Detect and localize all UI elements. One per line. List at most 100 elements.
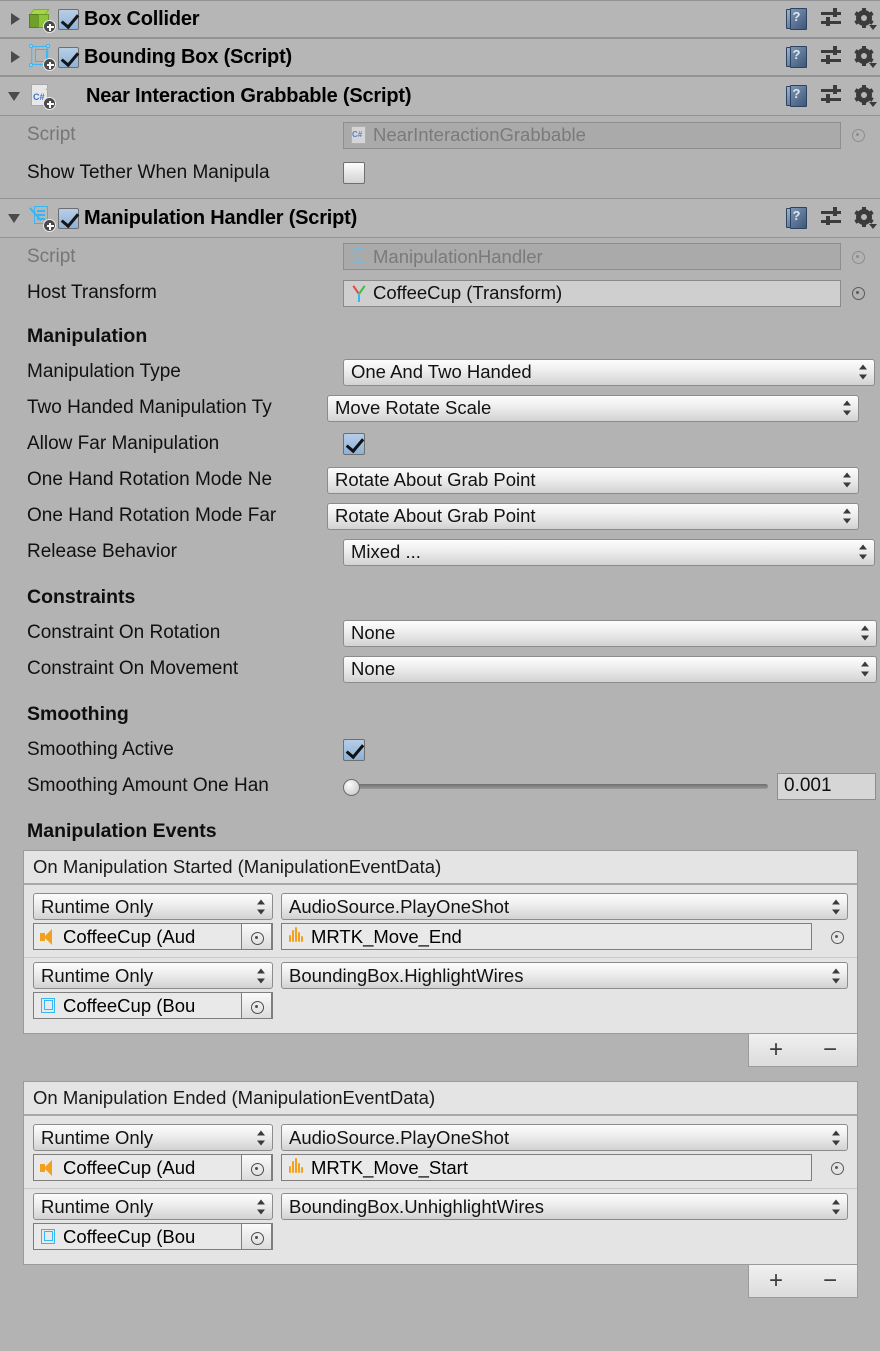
event-target-object-field[interactable]: CoffeeCup (Aud	[33, 1154, 273, 1181]
dropdown-constraint-on-rotation[interactable]: None	[343, 620, 877, 647]
show-tether-checkbox[interactable]	[343, 162, 365, 184]
label-script: Script	[27, 124, 343, 146]
dropdown-constraint-on-movement[interactable]: None	[343, 656, 877, 683]
dropdown-value: Mixed ...	[351, 541, 421, 563]
event-argument-object-field[interactable]: MRTK_Move_End	[281, 923, 812, 950]
slider-knob[interactable]	[343, 779, 360, 796]
object-picker-icon[interactable]	[241, 1223, 272, 1250]
event-mode-dropdown[interactable]: Runtime Only	[33, 962, 273, 989]
component-header-bounding-box[interactable]: Bounding Box (Script) ?	[0, 38, 880, 76]
chevron-updown-icon	[843, 473, 851, 488]
help-icon[interactable]: ?	[786, 84, 808, 108]
event-function-dropdown[interactable]: BoundingBox.UnhighlightWires	[281, 1193, 848, 1220]
event-argument-value: MRTK_Move_End	[311, 926, 462, 948]
object-picker-icon[interactable]	[241, 992, 272, 1019]
label-one-hand-rotation-mode-near: One Hand Rotation Mode Ne	[27, 469, 343, 491]
object-picker-icon[interactable]	[847, 246, 869, 268]
dropdown-value: Move Rotate Scale	[335, 397, 491, 419]
dropdown-value: One And Two Handed	[351, 361, 532, 383]
component-enable-checkbox-box-collider[interactable]	[58, 9, 79, 30]
component-header-box-collider[interactable]: Box Collider ?	[0, 0, 880, 38]
row-smoothing-active: Smoothing Active	[0, 732, 880, 768]
help-icon[interactable]: ?	[786, 7, 808, 31]
foldout-arrow-bounding-box[interactable]	[6, 48, 24, 66]
row-one-hand-rotation-mode-near: One Hand Rotation Mode Ne Rotate About G…	[0, 462, 880, 498]
gear-icon[interactable]	[854, 85, 876, 107]
remove-event-button[interactable]: −	[803, 1265, 857, 1297]
event-target-value: CoffeeCup (Bou	[63, 995, 229, 1017]
preset-icon[interactable]	[820, 85, 842, 107]
box-collider-icon	[28, 6, 54, 32]
csharp-script-icon: C#	[28, 83, 54, 109]
event-argument-object-field[interactable]: MRTK_Move_Start	[281, 1154, 812, 1181]
event-function-dropdown[interactable]: AudioSource.PlayOneShot	[281, 893, 848, 920]
event-target-object-field[interactable]: CoffeeCup (Aud	[33, 923, 273, 950]
dropdown-two-handed-manipulation-type[interactable]: Move Rotate Scale	[327, 395, 859, 422]
gear-icon[interactable]	[854, 207, 876, 229]
object-picker-icon[interactable]	[847, 124, 869, 146]
object-picker-icon[interactable]	[241, 923, 272, 950]
gear-icon[interactable]	[854, 46, 876, 68]
object-picker-icon[interactable]	[826, 926, 848, 948]
bounding-box-icon	[28, 44, 54, 70]
row-host-transform: Host Transform CoffeeCup (Transform)	[0, 275, 880, 311]
header-icons-bounding-box: ?	[786, 45, 876, 69]
component-enable-checkbox-manipulation-handler[interactable]	[58, 208, 79, 229]
audio-source-icon	[39, 927, 59, 947]
help-icon[interactable]: ?	[786, 45, 808, 69]
object-picker-icon[interactable]	[241, 1154, 272, 1181]
slider-track	[343, 784, 768, 789]
host-transform-field[interactable]: CoffeeCup (Transform)	[343, 280, 841, 307]
dropdown-value: Rotate About Grab Point	[335, 505, 536, 527]
event-mode-dropdown[interactable]: Runtime Only	[33, 893, 273, 920]
label-smoothing-amount-one-hand: Smoothing Amount One Han	[27, 775, 343, 797]
label-one-hand-rotation-mode-far: One Hand Rotation Mode Far	[27, 505, 343, 527]
manipulation-handler-icon	[349, 247, 369, 267]
preset-icon[interactable]	[820, 8, 842, 30]
gear-icon[interactable]	[854, 8, 876, 30]
dropdown-one-hand-rotation-mode-near[interactable]: Rotate About Grab Point	[327, 467, 859, 494]
foldout-arrow-manipulation-handler[interactable]	[6, 209, 24, 227]
component-title-near-interaction-grabbable: Near Interaction Grabbable (Script)	[86, 85, 411, 108]
event-mode-dropdown[interactable]: Runtime Only	[33, 1193, 273, 1220]
foldout-arrow-box-collider[interactable]	[6, 10, 24, 28]
smoothing-active-checkbox[interactable]	[343, 739, 365, 761]
object-picker-icon[interactable]	[826, 1157, 848, 1179]
event-target-object-field[interactable]: CoffeeCup (Bou	[33, 1223, 273, 1250]
smoothing-amount-value-field[interactable]: 0.001	[777, 773, 876, 800]
component-header-near-interaction-grabbable[interactable]: C# Near Interaction Grabbable (Script) ?	[0, 76, 880, 116]
event-target-value: CoffeeCup (Aud	[63, 1157, 229, 1179]
allow-far-manipulation-checkbox[interactable]	[343, 433, 365, 455]
event-function-dropdown[interactable]: AudioSource.PlayOneShot	[281, 1124, 848, 1151]
chevron-updown-icon	[859, 365, 867, 380]
event-target-object-field[interactable]: CoffeeCup (Bou	[33, 992, 273, 1019]
component-enable-checkbox-bounding-box[interactable]	[58, 47, 79, 68]
bounding-box-icon	[39, 1227, 59, 1247]
event-function-value: AudioSource.PlayOneShot	[289, 896, 509, 918]
add-event-button[interactable]: +	[749, 1034, 803, 1066]
event-entry-list: Runtime Only AudioSource.PlayOneShot Cof…	[23, 883, 858, 1034]
event-list-footer: + −	[23, 1265, 858, 1298]
event-entry: Runtime Only AudioSource.PlayOneShot Cof…	[24, 1120, 857, 1188]
dropdown-one-hand-rotation-mode-far[interactable]: Rotate About Grab Point	[327, 503, 859, 530]
row-manipulation-type: Manipulation Type One And Two Handed	[0, 354, 880, 390]
header-icons-box-collider: ?	[786, 7, 876, 31]
foldout-arrow-near-interaction-grabbable[interactable]	[6, 87, 24, 105]
remove-event-button[interactable]: −	[803, 1034, 857, 1066]
component-header-manipulation-handler[interactable]: Manipulation Handler (Script) ?	[0, 198, 880, 238]
event-function-dropdown[interactable]: BoundingBox.HighlightWires	[281, 962, 848, 989]
unity-event-on-manipulation-started: On Manipulation Started (ManipulationEve…	[23, 850, 858, 1034]
csharp-script-icon: C#	[349, 125, 369, 145]
dropdown-release-behavior[interactable]: Mixed ...	[343, 539, 875, 566]
preset-icon[interactable]	[820, 207, 842, 229]
object-picker-icon[interactable]	[847, 282, 869, 304]
help-icon[interactable]: ?	[786, 206, 808, 230]
preset-icon[interactable]	[820, 46, 842, 68]
smoothing-amount-slider[interactable]	[343, 779, 768, 793]
dropdown-manipulation-type[interactable]: One And Two Handed	[343, 359, 875, 386]
event-mode-value: Runtime Only	[41, 965, 153, 987]
manipulation-handler-icon	[28, 205, 54, 231]
audio-source-icon	[39, 1158, 59, 1178]
add-event-button[interactable]: +	[749, 1265, 803, 1297]
event-mode-dropdown[interactable]: Runtime Only	[33, 1124, 273, 1151]
